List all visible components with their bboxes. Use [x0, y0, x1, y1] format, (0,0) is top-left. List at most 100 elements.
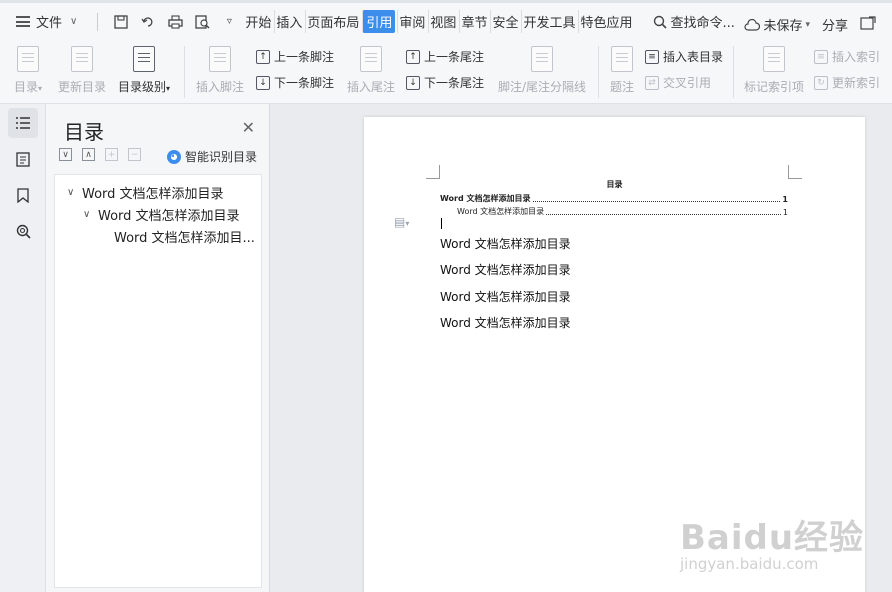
tab-security[interactable]: 安全: [490, 10, 519, 33]
toc-heading: 目录: [606, 180, 623, 189]
bookmark-icon[interactable]: [8, 180, 38, 210]
next-footnote-label: 下一条脚注: [274, 76, 335, 90]
file-menu-button[interactable]: 文件 ∨: [16, 10, 77, 34]
body-paragraph[interactable]: Word 文档怎样添加目录: [440, 261, 571, 278]
file-menu-label: 文件: [36, 16, 63, 31]
toc-tree-item[interactable]: ∨ Word 文档怎样添加目录: [83, 205, 240, 224]
prev-endnote-label: 上一条尾注: [424, 50, 485, 64]
toc-panel-icon[interactable]: [8, 108, 38, 138]
toc-tree-item[interactable]: Word 文档怎样添加目...: [114, 227, 255, 246]
tab-view[interactable]: 视图: [428, 10, 457, 33]
next-footnote-button[interactable]: ↓ 下一条脚注: [256, 74, 334, 91]
print-icon[interactable]: [167, 14, 183, 30]
toc-button[interactable]: 目录▾: [14, 46, 42, 95]
toc-tree-item-label: Word 文档怎样添加目录: [98, 209, 240, 224]
chevron-down-icon[interactable]: ∨: [67, 187, 77, 198]
body-paragraph[interactable]: Word 文档怎样添加目录: [440, 288, 571, 305]
unsaved-status[interactable]: 未保存 ▾: [744, 15, 810, 34]
toc-entry-text: Word 文档怎样添加目录: [440, 194, 531, 203]
smart-toc-button[interactable]: ◕ 智能识别目录: [167, 148, 257, 165]
cross-reference-button[interactable]: ⇄ 交叉引用: [645, 74, 711, 91]
margin-corner-marker: [788, 165, 802, 179]
cross-reference-label: 交叉引用: [663, 76, 712, 90]
ribbon-references: 目录▾ 更新目录 目录级别▾ 插入脚注 ↑ 上一条脚注 ↓ 下一条脚注 插入尾注…: [0, 40, 892, 104]
toc-tree: ∨ Word 文档怎样添加目录 ∨ Word 文档怎样添加目录 Word 文档怎…: [54, 174, 262, 588]
toc-entry-page: 1: [782, 195, 788, 204]
command-search-label: 查找命令...: [670, 16, 735, 31]
chevron-down-icon: ∨: [70, 16, 78, 27]
unsaved-label: 未保存: [763, 19, 803, 34]
footnote-separator-button[interactable]: 脚注/尾注分隔线: [498, 46, 586, 95]
insert-footnote-icon: [209, 46, 231, 72]
toc-entry[interactable]: Word 文档怎样添加目录 1: [440, 206, 788, 217]
expand-all-icon[interactable]: ∧: [82, 148, 95, 161]
update-index-label: 更新索引: [832, 76, 881, 90]
footnote-separator-icon: [531, 46, 554, 72]
update-toc-label: 更新目录: [58, 80, 107, 94]
tab-page-layout[interactable]: 页面布局: [305, 10, 360, 33]
tab-references[interactable]: 引用: [362, 10, 396, 33]
chapter-nav-icon[interactable]: [8, 144, 38, 174]
share-button[interactable]: 分享: [822, 15, 848, 34]
tab-home[interactable]: 开始: [244, 10, 272, 33]
tab-developer[interactable]: 开发工具: [521, 10, 576, 33]
prev-footnote-button[interactable]: ↑ 上一条脚注: [256, 48, 334, 65]
toc-level-label: 目录级别: [118, 80, 167, 94]
cloud-icon: [744, 18, 761, 31]
ribbon-tabs: 开始 插入 页面布局 引用 审阅 视图 章节 安全 开发工具 特色应用: [243, 10, 634, 33]
tab-featured-apps[interactable]: 特色应用: [578, 10, 633, 33]
mark-index-icon: [763, 46, 785, 72]
next-endnote-button[interactable]: ↓ 下一条尾注: [406, 74, 484, 91]
insert-index-icon: ≡: [814, 49, 828, 64]
toc-entry-page: 1: [782, 208, 788, 217]
promote-level-icon[interactable]: +: [105, 148, 118, 161]
insert-footnote-button[interactable]: 插入脚注: [196, 46, 244, 95]
panel-title: 目录: [64, 120, 104, 144]
toc-entry-text: Word 文档怎样添加目录: [457, 207, 545, 216]
find-replace-icon[interactable]: [8, 216, 38, 246]
body-paragraph[interactable]: Word 文档怎样添加目录: [440, 314, 571, 331]
mark-index-label: 标记索引项: [744, 80, 805, 94]
save-icon[interactable]: [113, 14, 129, 30]
print-preview-icon[interactable]: [194, 14, 210, 30]
mark-index-button[interactable]: 标记索引项: [744, 46, 804, 95]
insert-table-toc-icon: ≡: [645, 49, 659, 64]
caption-button[interactable]: 题注: [610, 46, 634, 95]
baidu-watermark: Baidu经验 jingyan.baidu.com: [680, 510, 864, 573]
toc-icon: [17, 46, 40, 72]
toc-entry[interactable]: Word 文档怎样添加目录 1: [440, 193, 788, 204]
left-navigation-bar: [0, 104, 46, 592]
margin-corner-marker: [426, 165, 440, 179]
close-icon[interactable]: ✕: [242, 118, 255, 137]
command-search[interactable]: 查找命令...: [653, 12, 735, 31]
prev-footnote-icon: ↑: [256, 49, 270, 64]
insert-footnote-label: 插入脚注: [196, 80, 245, 94]
expand-window-icon[interactable]: [860, 15, 876, 34]
prev-endnote-icon: ↑: [406, 49, 420, 64]
prev-footnote-label: 上一条脚注: [274, 50, 335, 64]
collapse-all-icon[interactable]: ∨: [59, 148, 72, 161]
insert-index-button[interactable]: ≡ 插入索引: [814, 48, 880, 65]
toc-tree-item-label: Word 文档怎样添加目...: [114, 231, 255, 246]
paragraph-layout-icon[interactable]: ▤▾: [394, 215, 409, 229]
body-paragraph[interactable]: Word 文档怎样添加目录: [440, 235, 571, 252]
insert-table-toc-button[interactable]: ≡ 插入表目录: [645, 48, 723, 65]
cross-reference-icon: ⇄: [645, 75, 659, 90]
prev-endnote-button[interactable]: ↑ 上一条尾注: [406, 48, 484, 65]
update-index-button[interactable]: ↻ 更新索引: [814, 74, 880, 91]
tab-review[interactable]: 审阅: [397, 10, 426, 33]
toc-level-button[interactable]: 目录级别▾: [118, 46, 170, 95]
chevron-down-icon[interactable]: ∨: [83, 209, 93, 220]
undo-icon[interactable]: [140, 14, 156, 30]
next-endnote-icon: ↓: [406, 75, 420, 90]
next-footnote-icon: ↓: [256, 75, 270, 90]
more-quick-access-icon[interactable]: ▿: [221, 14, 237, 30]
caption-label: 题注: [610, 80, 635, 94]
update-toc-button[interactable]: 更新目录: [58, 46, 106, 95]
tab-section[interactable]: 章节: [459, 10, 488, 33]
tab-insert[interactable]: 插入: [274, 10, 303, 33]
caption-icon: [611, 46, 633, 72]
insert-endnote-button[interactable]: 插入尾注: [347, 46, 395, 95]
demote-level-icon[interactable]: −: [128, 148, 141, 161]
toc-tree-item[interactable]: ∨ Word 文档怎样添加目录: [67, 183, 224, 202]
